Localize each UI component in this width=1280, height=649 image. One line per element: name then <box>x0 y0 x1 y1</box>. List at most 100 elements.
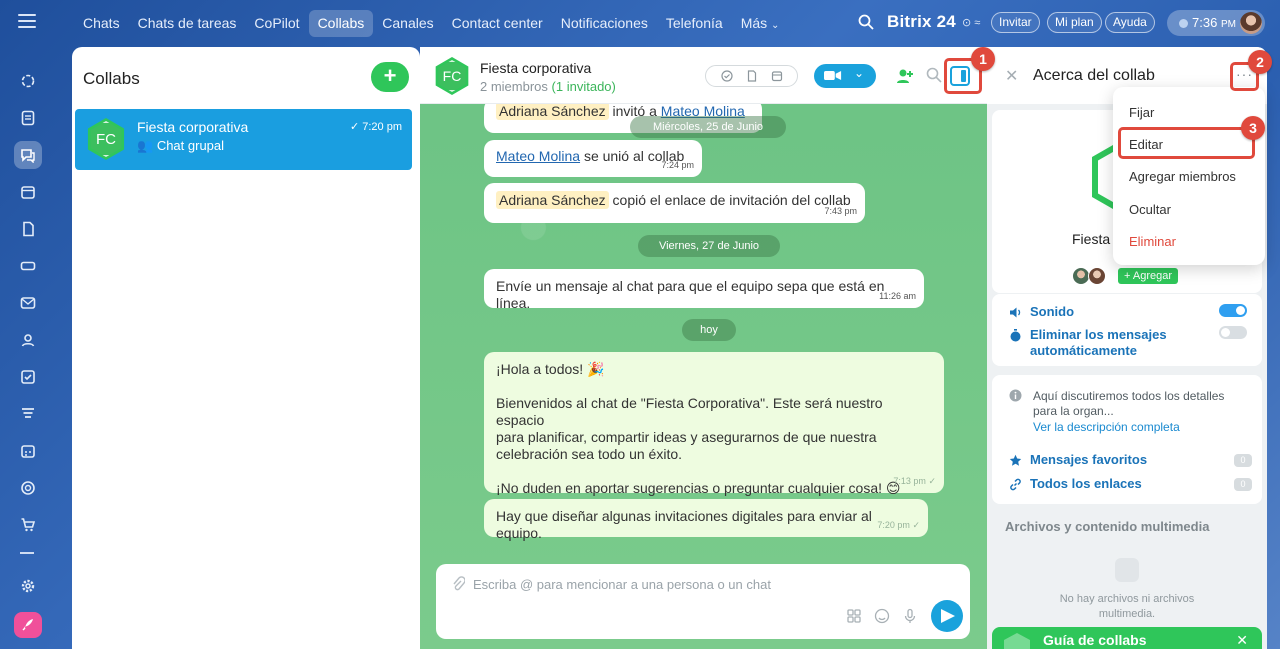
rail-docs-icon[interactable] <box>14 215 42 243</box>
apps-icon[interactable] <box>846 608 862 624</box>
calendar-icon[interactable] <box>771 70 783 82</box>
tab-chats[interactable]: Chats <box>74 10 129 37</box>
all-links-link[interactable]: Todos los enlaces <box>1009 476 1142 491</box>
rail-calendar-icon[interactable] <box>14 178 42 206</box>
close-icon[interactable]: ✕ <box>1005 66 1018 86</box>
tab-collabs[interactable]: Collabs <box>308 10 374 37</box>
image-icon <box>1115 558 1139 582</box>
rail-booking-icon[interactable] <box>14 437 42 465</box>
rail-shop-icon[interactable] <box>14 511 42 539</box>
tab-contact-center[interactable]: Contact center <box>443 10 552 37</box>
description-card: Aquí discutiremos todos los detalles para… <box>992 375 1262 504</box>
all-links-label: Todos los enlaces <box>1030 476 1142 491</box>
microphone-icon[interactable] <box>902 608 918 624</box>
rail-mail-icon[interactable] <box>14 289 42 317</box>
menu-item-hide[interactable]: Ocultar <box>1129 202 1171 217</box>
chat-message[interactable]: Hay que diseñar algunas invitaciones dig… <box>484 499 928 541</box>
rail-rocket-icon[interactable] <box>14 612 42 638</box>
video-call-button[interactable]: ⌄ <box>814 64 876 88</box>
timer-icon <box>1010 329 1021 342</box>
tab-task-chats[interactable]: Chats de tareas <box>129 10 246 37</box>
user-avatar[interactable] <box>1240 12 1262 34</box>
rail-goals-icon[interactable] <box>14 474 42 502</box>
chat-members[interactable]: 2 miembros (1 invitado) <box>480 79 616 94</box>
rail-settings-icon[interactable] <box>14 572 42 600</box>
highlight-edit-item <box>1118 127 1255 159</box>
tab-notifications[interactable]: Notificaciones <box>552 10 657 37</box>
rail-groups-icon[interactable] <box>14 326 42 354</box>
rail-crm-icon[interactable] <box>14 400 42 428</box>
step-badge-2: 2 <box>1248 50 1272 74</box>
collab-subtitle: 👥 Chat grupal <box>137 138 224 154</box>
close-guide-icon[interactable]: ✕ <box>1236 632 1248 649</box>
user-link[interactable]: Mateo Molina <box>496 148 580 164</box>
left-rail <box>0 47 56 649</box>
tab-channels[interactable]: Canales <box>373 10 442 37</box>
search-icon[interactable] <box>858 14 874 30</box>
info-icon <box>1009 389 1022 402</box>
chat-avatar-initials: FC <box>438 60 466 92</box>
clock-widget[interactable]: 7:36 PM <box>1167 10 1265 36</box>
add-user-icon[interactable] <box>896 67 914 85</box>
autodelete-label: Eliminar los mensajes automáticamente <box>1030 327 1167 359</box>
add-members-button[interactable]: + Agregar <box>1118 268 1179 284</box>
sound-toggle[interactable] <box>1219 304 1247 317</box>
menu-icon[interactable] <box>18 14 36 28</box>
send-button[interactable] <box>931 600 963 632</box>
message-text: Hay que diseñar algunas invitaciones dig… <box>496 508 872 541</box>
rail-messenger-icon[interactable] <box>14 141 42 169</box>
favorites-link[interactable]: Mensajes favoritos <box>1009 452 1147 467</box>
step-badge-1: 1 <box>971 47 995 71</box>
invite-button[interactable]: Invitar <box>991 12 1040 33</box>
message-composer[interactable]: Escriba @ para mencionar a una persona o… <box>436 564 970 639</box>
tab-more[interactable]: Más ⌄ <box>732 10 789 37</box>
rail-tasks-icon[interactable] <box>14 363 42 391</box>
speaker-icon <box>1010 307 1021 318</box>
tab-telephony[interactable]: Telefonía <box>657 10 732 37</box>
rail-feed-icon[interactable] <box>14 104 42 132</box>
menu-item-delete[interactable]: Eliminar <box>1129 234 1176 249</box>
chat-avatar[interactable]: FC <box>433 57 471 95</box>
date-divider: Miércoles, 25 de Junio <box>630 116 786 138</box>
step-badge-3: 3 <box>1241 116 1265 140</box>
collab-avatar-initials: FC <box>90 121 122 157</box>
guide-hex-icon <box>1004 633 1030 649</box>
tab-copilot[interactable]: CoPilot <box>245 10 308 37</box>
mention-chip[interactable]: Adriana Sánchez <box>496 102 609 120</box>
attach-icon[interactable] <box>451 576 465 592</box>
message-line <box>496 378 932 395</box>
mention-chip[interactable]: Adriana Sánchez <box>496 191 609 209</box>
document-icon[interactable] <box>746 70 758 82</box>
chat-title[interactable]: Fiesta corporativa <box>480 60 591 76</box>
message-line: ¡No duden en aportar sugerencias o pregu… <box>496 480 901 496</box>
chevron-down-icon: ⌄ <box>771 20 780 31</box>
chat-message[interactable]: ¡Hola a todos! 🎉 Bienvenidos al chat de … <box>484 352 944 496</box>
rail-divider <box>20 552 34 554</box>
full-description-link[interactable]: Ver la descripción completa <box>1033 420 1180 434</box>
emoji-icon[interactable] <box>874 608 890 624</box>
list-item[interactable]: FC Fiesta corporativa 👥 Chat grupal ✓ 7:… <box>75 109 412 170</box>
files-section-title: Archivos y contenido multimedia <box>1005 519 1210 534</box>
autodelete-toggle[interactable] <box>1219 326 1247 339</box>
menu-item-add-members[interactable]: Agregar miembros <box>1129 169 1236 184</box>
chat-tools-group <box>705 65 798 87</box>
chevron-down-icon: ⌄ <box>854 66 865 80</box>
menu-item-pin[interactable]: Fijar <box>1129 105 1154 120</box>
search-icon[interactable] <box>926 67 942 83</box>
clock-time: 7:36 <box>1192 15 1218 30</box>
autodelete-label-line2: automáticamente <box>1030 343 1137 358</box>
rail-activity-icon[interactable] <box>14 67 42 95</box>
collab-name: Fiesta corporativa <box>137 119 249 135</box>
rail-drive-icon[interactable] <box>14 252 42 280</box>
add-collab-button[interactable]: + <box>371 62 409 92</box>
check-circle-icon[interactable] <box>720 70 733 82</box>
help-button[interactable]: Ayuda <box>1105 12 1155 33</box>
message-time: 7:13 pm ✓ <box>893 473 936 490</box>
member-avatar[interactable] <box>1088 267 1106 285</box>
chat-header: FC Fiesta corporativa 2 miembros (1 invi… <box>420 47 987 104</box>
star-icon <box>1009 454 1022 466</box>
collab-guide-banner[interactable]: Guía de collabs ✕ <box>992 627 1262 649</box>
my-plan-button[interactable]: Mi plan <box>1047 12 1102 33</box>
date-divider: Viernes, 27 de Junio <box>638 235 780 257</box>
message-line: Bienvenidos al chat de "Fiesta Corporati… <box>496 395 883 428</box>
